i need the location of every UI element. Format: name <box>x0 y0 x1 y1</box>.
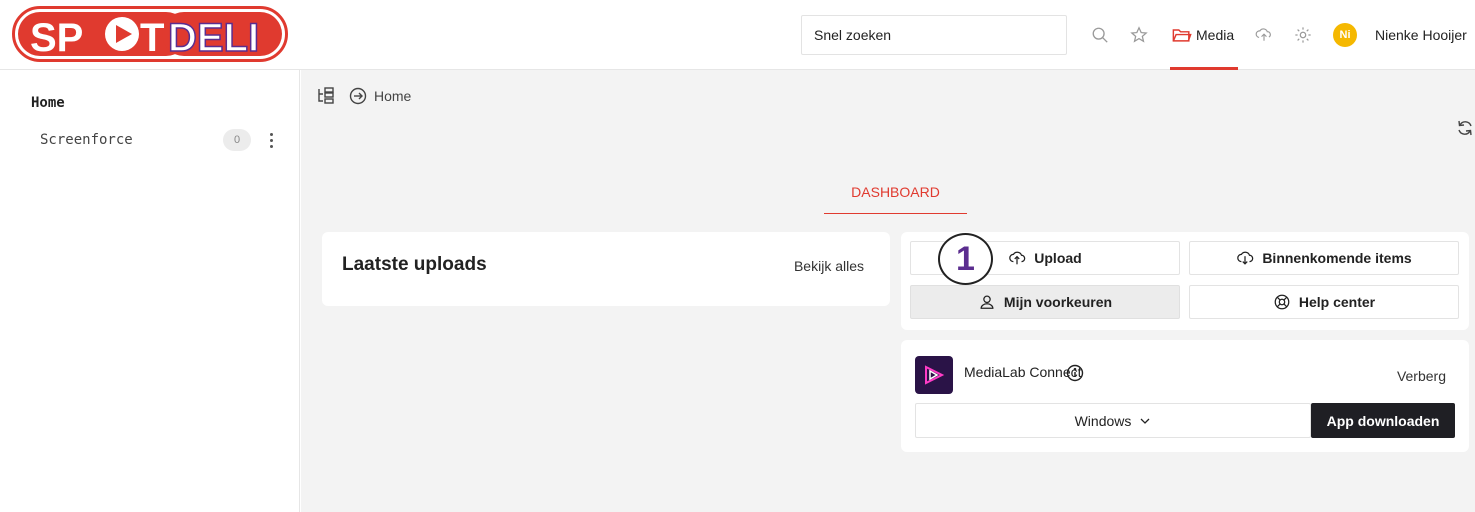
cloud-download-icon <box>1237 251 1254 265</box>
help-center-label: Help center <box>1298 294 1376 310</box>
tab-dashboard[interactable]: DASHBOARD <box>824 184 967 200</box>
more-options-icon[interactable] <box>264 130 278 150</box>
item-count-badge: 0 <box>223 129 251 151</box>
incoming-items-button[interactable]: Binnenkomende items <box>1189 241 1459 275</box>
info-icon[interactable] <box>1066 364 1084 382</box>
user-icon <box>980 295 994 309</box>
latest-uploads-card: Laatste uploads Bekijk alles <box>322 232 890 306</box>
tab-dashboard-indicator <box>824 213 967 214</box>
arrow-circle-icon[interactable] <box>348 86 368 106</box>
view-all-link[interactable]: Bekijk alles <box>794 258 864 274</box>
app-download-button[interactable]: App downloaden <box>1311 403 1455 438</box>
my-preferences-button[interactable]: Mijn voorkeuren <box>910 285 1180 319</box>
user-name[interactable]: Nienke Hooijer <box>1375 27 1467 43</box>
cloud-sync-icon[interactable] <box>1253 24 1275 46</box>
incoming-items-label: Binnenkomende items <box>1262 250 1412 266</box>
star-icon[interactable] <box>1128 24 1150 46</box>
avatar[interactable]: Ni <box>1333 23 1357 47</box>
my-preferences-label: Mijn voorkeuren <box>1003 294 1113 310</box>
medialab-connect-title: MediaLab Connect <box>964 364 1082 380</box>
sidebar: Home Screenforce 0 <box>10 70 300 512</box>
tree-view-icon[interactable] <box>316 86 336 106</box>
media-tab[interactable]: Media <box>1172 0 1238 70</box>
medialab-connect-card: MediaLab Connect Verberg Windows App dow… <box>901 340 1469 452</box>
medialab-logo <box>915 356 953 394</box>
hide-link[interactable]: Verberg <box>1397 368 1446 384</box>
os-select-value: Windows <box>1074 412 1132 429</box>
upload-button-label: Upload <box>1034 250 1082 266</box>
svg-text:DELI: DELI <box>168 16 259 60</box>
sidebar-item-screenforce[interactable]: Screenforce 0 <box>10 126 299 154</box>
breadcrumb-home[interactable]: Home <box>374 88 411 104</box>
folder-icon <box>1172 29 1192 42</box>
svg-text:T: T <box>140 16 164 60</box>
os-select[interactable]: Windows <box>915 403 1311 438</box>
cloud-upload-icon <box>1009 251 1026 265</box>
play-icon <box>925 365 945 385</box>
top-header: SP T DELI Media Ni Nienke Hooijer <box>0 0 1475 70</box>
media-tab-label: Media <box>1196 27 1235 43</box>
spotdeli-logo[interactable]: SP T DELI <box>12 6 288 62</box>
lifebuoy-icon <box>1274 294 1290 310</box>
step-number-badge: 1 <box>938 233 993 285</box>
svg-text:SP: SP <box>30 16 83 60</box>
help-center-button[interactable]: Help center <box>1189 285 1459 319</box>
search-input[interactable] <box>801 15 1067 55</box>
latest-uploads-title: Laatste uploads <box>342 254 487 275</box>
search-icon[interactable] <box>1089 24 1111 46</box>
chevron-down-icon <box>1140 418 1150 424</box>
gear-icon[interactable] <box>1292 24 1314 46</box>
sidebar-home[interactable]: Home <box>31 95 65 111</box>
sidebar-item-label: Screenforce <box>40 132 133 148</box>
refresh-icon[interactable] <box>1455 118 1475 138</box>
